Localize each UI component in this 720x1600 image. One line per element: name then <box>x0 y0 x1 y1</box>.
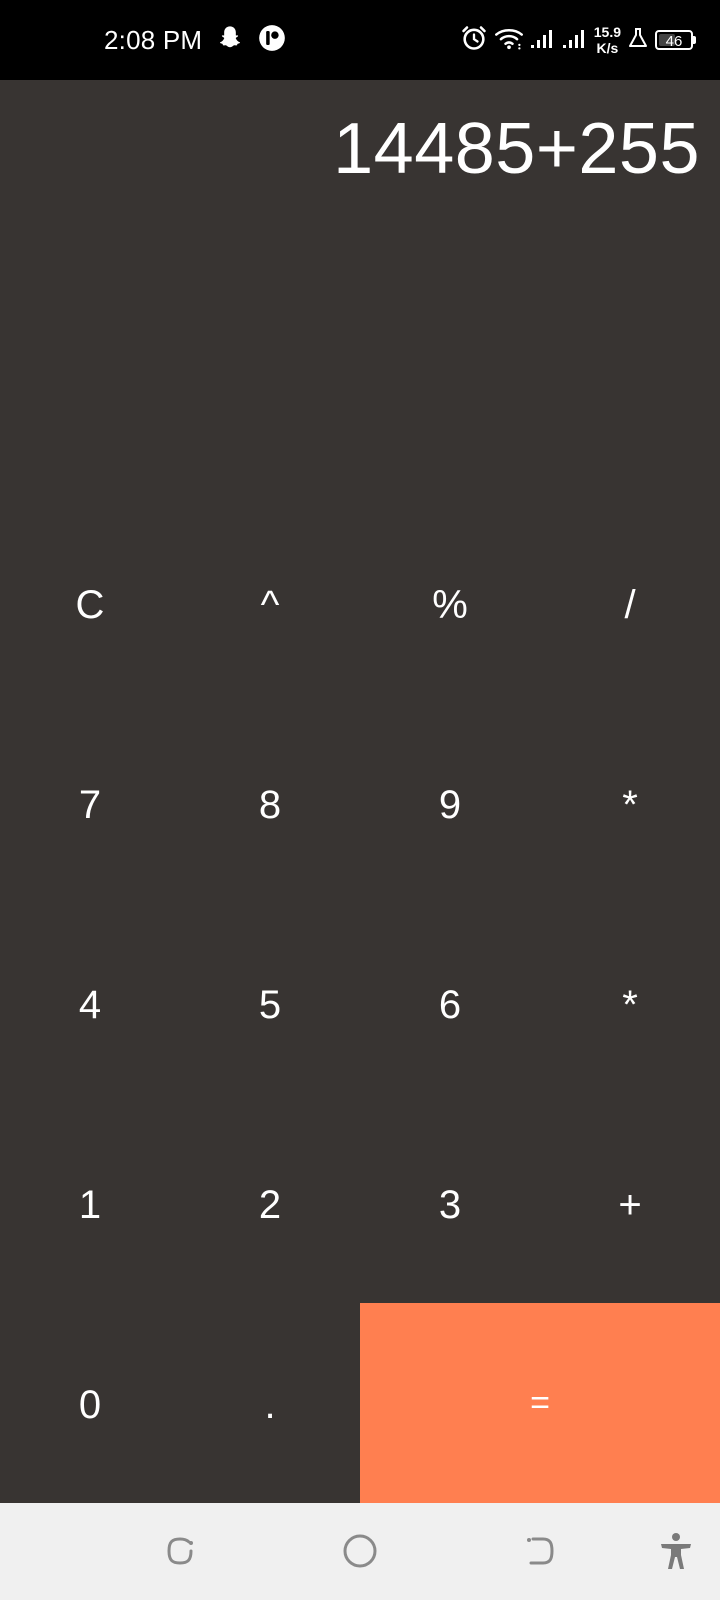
digit-0-button[interactable]: 0 <box>0 1305 180 1505</box>
clear-button[interactable]: C <box>0 505 180 705</box>
digit-7-button[interactable]: 7 <box>0 705 180 905</box>
alarm-icon <box>460 24 488 57</box>
multiply-button[interactable]: * <box>540 705 720 905</box>
snapchat-icon <box>216 24 244 57</box>
plus-button[interactable]: + <box>540 1105 720 1305</box>
multiply-button-2[interactable]: * <box>540 905 720 1105</box>
home-icon[interactable] <box>340 1531 380 1571</box>
battery: 46 <box>655 30 693 50</box>
digit-4-button[interactable]: 4 <box>0 905 180 1105</box>
signal-icon <box>530 26 556 55</box>
status-right: 15.9 K/s 46 <box>460 14 696 66</box>
digit-3-button[interactable]: 3 <box>360 1105 540 1305</box>
power-button[interactable]: ^ <box>180 505 360 705</box>
digit-5-button[interactable]: 5 <box>180 905 360 1105</box>
decimal-button[interactable]: . <box>180 1305 360 1505</box>
digit-6-button[interactable]: 6 <box>360 905 540 1105</box>
digit-8-button[interactable]: 8 <box>180 705 360 905</box>
network-speed-value: 15.9 <box>593 24 621 40</box>
navigation-bar <box>0 1503 720 1600</box>
digit-9-button[interactable]: 9 <box>360 705 540 905</box>
percent-button[interactable]: % <box>360 505 540 705</box>
status-time: 2:08 PM <box>104 24 203 55</box>
status-bar: 2:08 PM 15.9 K/s 46 <box>0 0 720 80</box>
network-speed-unit: K/s <box>596 40 619 56</box>
divide-button[interactable]: / <box>540 505 720 705</box>
battery-percent: 46 <box>665 33 683 50</box>
back-icon[interactable] <box>520 1531 560 1571</box>
signal-icon-2 <box>562 26 588 55</box>
wifi-icon <box>494 24 524 57</box>
equals-button[interactable]: = <box>360 1303 720 1503</box>
digit-1-button[interactable]: 1 <box>0 1105 180 1305</box>
recents-icon[interactable] <box>160 1531 200 1571</box>
keypad: C ^ % / 7 8 9 * 4 5 6 * 1 2 3 + 0 . = <box>0 505 720 1503</box>
battery-icon: 46 <box>655 30 696 50</box>
network-speed: 15.9 K/s <box>594 24 621 56</box>
battery-cap <box>693 36 696 44</box>
expression-text: 14485+255 <box>333 109 700 189</box>
app-notification-icon <box>258 24 286 57</box>
accessibility-icon[interactable] <box>656 1531 696 1571</box>
status-left: 2:08 PM <box>104 20 286 60</box>
digit-2-button[interactable]: 2 <box>180 1105 360 1305</box>
lab-icon <box>627 26 649 55</box>
